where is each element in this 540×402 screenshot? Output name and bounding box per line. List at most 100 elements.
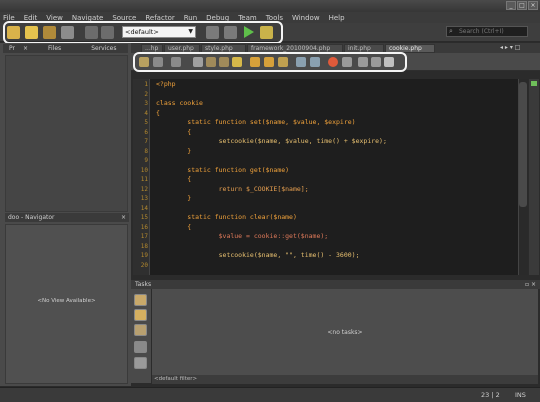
next-bookmark-icon[interactable]	[264, 57, 274, 67]
database-icon[interactable]	[384, 57, 394, 67]
open-project-icon[interactable]	[43, 26, 56, 39]
undo-icon[interactable]	[85, 26, 98, 39]
chevron-down-icon: ▼	[188, 28, 193, 35]
code-line: static function get($name)	[156, 166, 290, 174]
toggle-highlight-icon[interactable]	[232, 57, 242, 67]
navigator-title: doo - Navigator	[8, 214, 55, 221]
comment-icon[interactable]	[358, 57, 368, 67]
code-line: setcookie($name, "", time() - 3600);	[156, 251, 360, 259]
shift-left-icon[interactable]	[296, 57, 306, 67]
line-number: 8	[144, 148, 148, 155]
close-window-icon[interactable]: ×	[528, 1, 538, 10]
new-project-icon[interactable]	[25, 26, 38, 39]
line-number: 14	[140, 205, 148, 212]
status-ok-icon	[531, 81, 537, 86]
find-next-icon[interactable]	[219, 57, 229, 67]
code-line: static function set($name, $value, $expi…	[156, 118, 356, 126]
menu-help[interactable]: Help	[329, 14, 345, 22]
search-input[interactable]: Search (Ctrl+I)	[446, 26, 528, 37]
find-previous-icon[interactable]	[206, 57, 216, 67]
status-bar: 23 | 2 INS	[0, 387, 540, 402]
line-number: 6	[144, 129, 148, 136]
navigator-header: doo - Navigator ×	[5, 213, 129, 222]
previous-bookmark-icon[interactable]	[250, 57, 260, 67]
maximize-icon[interactable]: □	[517, 1, 527, 10]
debug-icon[interactable]	[260, 26, 273, 39]
code-line: {	[156, 223, 192, 231]
code-line: static function clear($name)	[156, 213, 297, 221]
minimize-icon[interactable]: _	[506, 1, 516, 10]
code-editor[interactable]	[150, 79, 518, 275]
caret-position: 23 | 2	[481, 391, 500, 399]
error-stripe	[529, 79, 539, 275]
code-line: return $_COOKIE[$name];	[156, 185, 309, 193]
tasks-filter-label: <default filter>	[154, 376, 198, 382]
last-edit-icon[interactable]	[139, 57, 149, 67]
tasks-header: Tasks ▫ ×	[131, 280, 540, 289]
scope-main-project-icon[interactable]	[134, 294, 147, 306]
find-icon[interactable]	[193, 57, 203, 67]
scope-open-projects-icon[interactable]	[134, 309, 147, 321]
code-line: }	[156, 194, 192, 202]
line-number: 13	[140, 195, 148, 202]
project-tabs: Pr × Files Services	[3, 44, 128, 53]
code-line: {	[156, 175, 192, 183]
line-number: 9	[144, 157, 148, 164]
code-line: <?php	[156, 80, 176, 88]
tasks-filter[interactable]: <default filter>	[152, 375, 538, 384]
search-icon: ⌕	[449, 27, 453, 35]
navigator-empty-text: <No View Available>	[37, 298, 96, 304]
build-icon[interactable]	[206, 26, 219, 39]
window-titlebar	[0, 0, 540, 12]
line-number: 19	[140, 252, 148, 259]
menu-window[interactable]: Window	[292, 14, 320, 22]
code-line: {	[156, 109, 160, 117]
code-line: setcookie($name, $value, time() + $expir…	[156, 137, 387, 145]
tasks-title: Tasks	[135, 281, 152, 288]
editor-scrollbar-thumb[interactable]	[519, 82, 527, 207]
start-macro-icon[interactable]	[328, 57, 338, 67]
tab-nav-arrows-icon[interactable]: ◂ ▸ ▾ □	[500, 44, 535, 53]
code-line: class cookie	[156, 99, 203, 107]
line-number: 1	[144, 81, 148, 88]
projects-view[interactable]	[5, 55, 128, 212]
line-number: 10	[140, 167, 148, 174]
line-number: 4	[144, 110, 148, 117]
toggle-bookmark-icon[interactable]	[278, 57, 288, 67]
new-file-icon[interactable]	[7, 26, 20, 39]
filter-icon[interactable]	[134, 341, 147, 353]
redo-icon[interactable]	[101, 26, 114, 39]
tasks-empty-text: <no tasks>	[327, 329, 363, 336]
back-icon[interactable]	[153, 57, 163, 67]
group-by-icon[interactable]	[134, 357, 147, 369]
line-number: 7	[144, 138, 148, 145]
code-line: {	[156, 128, 192, 136]
clean-build-icon[interactable]	[224, 26, 237, 39]
configuration-select[interactable]: <default> ▼	[122, 26, 196, 38]
tasks-close-icon[interactable]: ▫ ×	[525, 280, 536, 289]
line-number: 5	[144, 119, 148, 126]
shift-right-icon[interactable]	[310, 57, 320, 67]
line-number: 3	[144, 100, 148, 107]
uncomment-icon[interactable]	[371, 57, 381, 67]
line-number: 20	[140, 262, 148, 269]
tab-files[interactable]: Files	[48, 45, 61, 52]
code-line: }	[156, 147, 192, 155]
line-number: 11	[140, 176, 148, 183]
scope-current-file-icon[interactable]	[134, 324, 147, 336]
line-number: 16	[140, 224, 148, 231]
navigator-close-icon[interactable]: ×	[121, 213, 126, 222]
code-line: $value = cookie::get($name);	[156, 232, 329, 240]
tab-projects[interactable]: Pr	[9, 45, 15, 52]
navigator-view[interactable]	[5, 224, 128, 384]
forward-icon[interactable]	[171, 57, 181, 67]
tab-close-icon[interactable]: ×	[23, 45, 28, 52]
line-number: 12	[140, 186, 148, 193]
line-number: 15	[140, 214, 148, 221]
save-all-icon[interactable]	[61, 26, 74, 39]
search-placeholder: Search (Ctrl+I)	[459, 28, 504, 35]
configuration-value: <default>	[125, 28, 159, 36]
tab-services[interactable]: Services	[91, 45, 116, 52]
stop-macro-icon[interactable]	[342, 57, 352, 67]
run-icon[interactable]	[244, 26, 254, 38]
